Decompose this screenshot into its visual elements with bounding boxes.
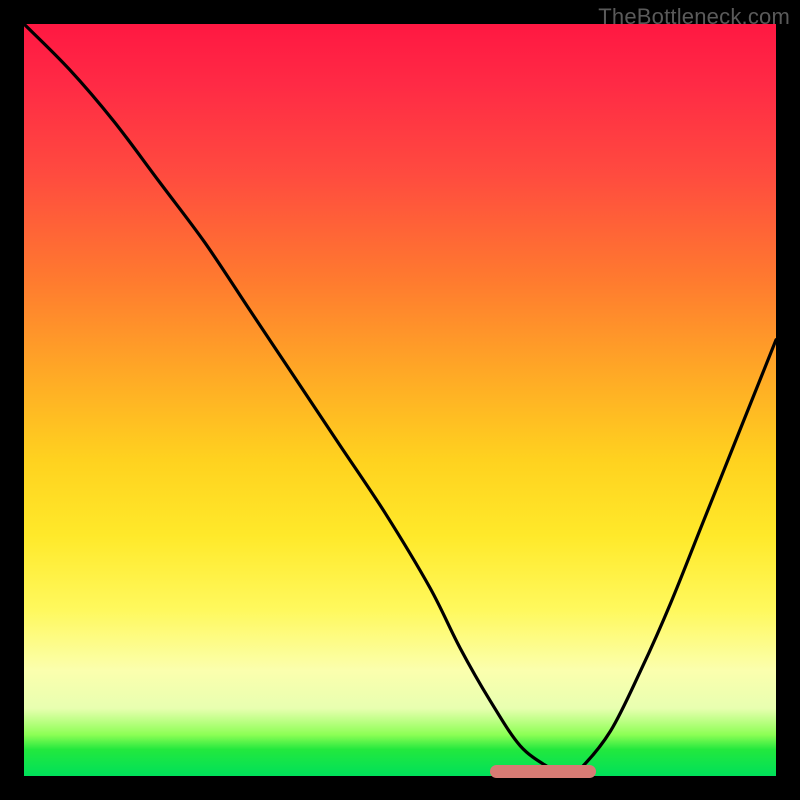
- plot-outer: [24, 24, 776, 776]
- bottleneck-curve: [24, 24, 776, 776]
- watermark-text: TheBottleneck.com: [598, 4, 790, 30]
- valley-marker-bar: [490, 765, 595, 778]
- curve-path: [24, 24, 776, 776]
- chart-frame: TheBottleneck.com: [0, 0, 800, 800]
